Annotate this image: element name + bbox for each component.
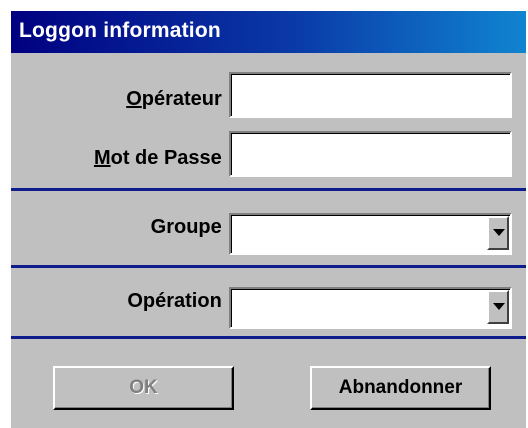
- separator-1: [11, 188, 526, 191]
- chevron-down-icon: [493, 303, 505, 310]
- dialog-title: Loggon information: [19, 19, 221, 42]
- separator-2: [11, 265, 526, 268]
- operation-dropdown-button[interactable]: [487, 290, 509, 324]
- abandonner-button[interactable]: Abnandonner: [310, 366, 491, 410]
- operateur-field[interactable]: [229, 72, 512, 118]
- operateur-label: Opérateur :: [126, 88, 234, 110]
- groupe-dropdown-button[interactable]: [487, 216, 509, 250]
- mot-de-passe-input[interactable]: [233, 135, 506, 171]
- mot-de-passe-label: Mot de Passe :: [93, 147, 234, 169]
- mot-de-passe-field[interactable]: [229, 131, 512, 177]
- operateur-input[interactable]: [233, 76, 506, 112]
- chevron-down-icon: [493, 229, 505, 236]
- groupe-label: Groupe :: [150, 216, 234, 238]
- title-bar[interactable]: Loggon information: [11, 11, 526, 53]
- operation-combobox[interactable]: [229, 287, 512, 329]
- separator-3: [11, 336, 526, 339]
- groupe-combobox[interactable]: [229, 213, 512, 255]
- login-dialog: Loggon information Opérateur : Mot de Pa…: [10, 10, 526, 428]
- ok-button[interactable]: OK: [53, 366, 234, 410]
- operation-label: Opération :: [127, 290, 234, 312]
- operation-value[interactable]: [233, 291, 506, 323]
- groupe-value[interactable]: [233, 217, 506, 249]
